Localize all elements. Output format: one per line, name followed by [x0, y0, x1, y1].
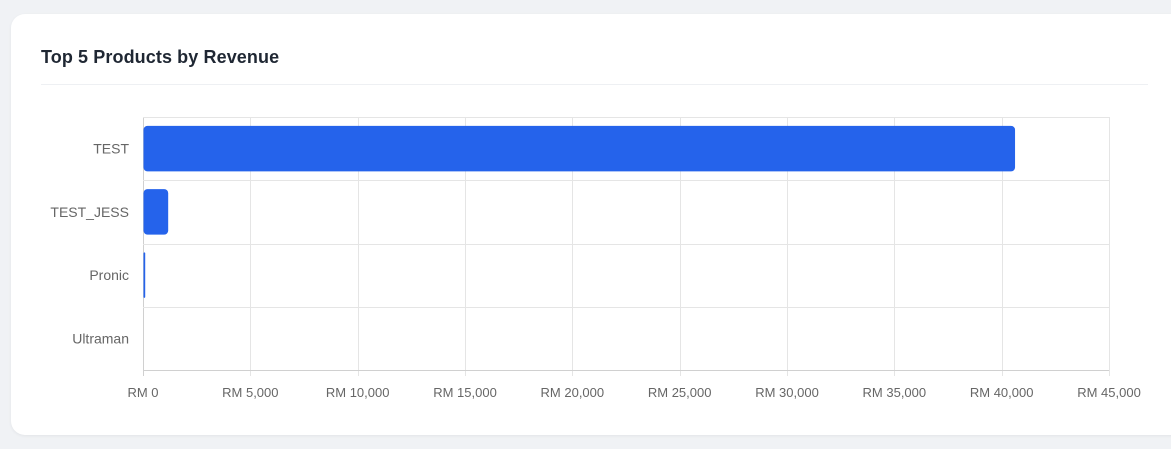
bar	[143, 189, 169, 235]
x-tick-label: RM 10,000	[326, 385, 390, 400]
y-tick-label: TEST	[93, 141, 129, 157]
x-tick-label: RM 20,000	[541, 385, 605, 400]
x-tick-label: RM 5,000	[222, 385, 278, 400]
x-tick-label: RM 15,000	[433, 385, 497, 400]
y-tick-label: TEST_JESS	[50, 204, 129, 220]
bar	[143, 252, 146, 298]
bars-layer	[143, 125, 1016, 298]
x-tick-label: RM 40,000	[970, 385, 1034, 400]
x-tick-label: RM 0	[127, 385, 158, 400]
y-tick-label: Pronic	[89, 267, 129, 283]
x-tick-labels: RM 0 RM 5,000 RM 10,000 RM 15,000 RM 20,000 R…	[127, 385, 1140, 400]
x-tick-label: RM 35,000	[863, 385, 927, 400]
x-tick-label: RM 45,000	[1077, 385, 1141, 400]
x-tick-label: RM 25,000	[648, 385, 712, 400]
y-tick-label: Ultraman	[72, 330, 129, 346]
x-tick-label: RM 30,000	[755, 385, 819, 400]
revenue-bar-chart: TEST TEST_JESS Pronic Ultraman RM 0 RM 5,000…	[50, 117, 1141, 400]
y-tick-labels: TEST TEST_JESS Pronic Ultraman	[50, 141, 129, 347]
bar	[143, 125, 1016, 172]
